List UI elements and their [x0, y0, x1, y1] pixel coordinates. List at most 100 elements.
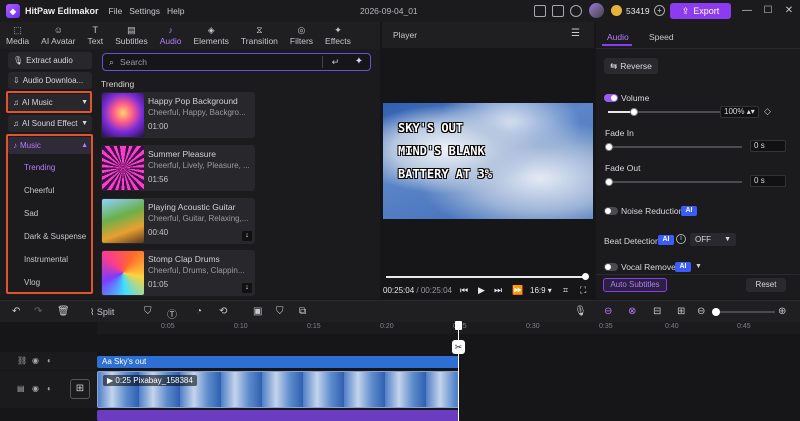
menu-icon[interactable]: ☰: [571, 28, 580, 39]
expand-icon[interactable]: ⛶: [580, 285, 586, 296]
playhead-line[interactable]: [458, 322, 459, 421]
ai-sound-effect-button[interactable]: ♫ AI Sound Effect ▼: [8, 115, 92, 132]
visibility-icon[interactable]: ◉: [32, 384, 39, 393]
layout-icon[interactable]: [534, 5, 546, 17]
download-icon[interactable]: ↓: [242, 231, 252, 241]
marker-icon[interactable]: ⛉: [276, 306, 284, 317]
volume-value[interactable]: 100% ▴▾: [720, 106, 759, 118]
download-icon[interactable]: ↓: [242, 283, 252, 293]
text-clip[interactable]: Aa Sky's out: [97, 356, 459, 368]
beat-detection-select[interactable]: OFF ▼: [690, 233, 736, 246]
music-card[interactable]: Stomp Clap Drums Cheerful, Drums, Clappi…: [101, 250, 255, 296]
tab-ai-avatar[interactable]: ☺ AI Avatar: [35, 22, 81, 49]
download-icon[interactable]: [570, 5, 582, 17]
avatar-icon: ☺: [53, 25, 63, 35]
fade-in-slider[interactable]: [608, 146, 742, 148]
track-icon[interactable]: ▤: [17, 384, 25, 393]
snapshot-icon[interactable]: ⌗: [563, 285, 568, 296]
audio-icon[interactable]: ◐: [47, 384, 52, 393]
tab-transition[interactable]: ⧖ Transition: [235, 22, 284, 49]
playback-progress[interactable]: [386, 276, 586, 278]
cover-image-icon[interactable]: ⊞: [70, 379, 90, 399]
tab-speed[interactable]: Speed: [649, 32, 674, 42]
audio-clip[interactable]: [97, 410, 459, 421]
speed-icon[interactable]: ◔: [196, 306, 202, 317]
audio-download-button[interactable]: ⇩ Audio Downloa...: [8, 72, 92, 89]
tab-filters[interactable]: ◎ Filters: [284, 22, 319, 49]
freeze-icon[interactable]: ▣: [253, 306, 262, 317]
tab-audio[interactable]: ♪ Audio: [154, 22, 188, 49]
zoom-slider[interactable]: [712, 311, 775, 313]
keyframe-icon[interactable]: ◇: [764, 106, 771, 117]
next-frame-icon[interactable]: ⏭: [494, 285, 502, 296]
shield-icon[interactable]: ⛉: [144, 306, 152, 317]
prev-frame-icon[interactable]: ⏮: [460, 285, 468, 296]
search-bar[interactable]: ⌕ Search ↵ ✦: [102, 53, 371, 71]
crop-icon[interactable]: ⧉: [299, 306, 306, 317]
fit-icon[interactable]: ⊟: [653, 306, 661, 317]
fade-out-slider[interactable]: [608, 181, 742, 183]
fade-out-value[interactable]: 0 s: [750, 175, 786, 187]
volume-toggle[interactable]: [604, 94, 618, 102]
minimize-icon[interactable]: —: [740, 4, 754, 18]
fade-in-value[interactable]: 0 s: [750, 140, 786, 152]
delete-icon[interactable]: 🗑: [57, 306, 70, 317]
playhead-handle[interactable]: [455, 321, 462, 330]
reverse-button[interactable]: ⇆ Reverse: [604, 58, 658, 74]
scissors-icon[interactable]: ✂: [452, 340, 465, 354]
fade-out-knob[interactable]: [605, 178, 613, 186]
split-button[interactable]: ⌇ Split: [90, 307, 114, 318]
noise-reduction-toggle[interactable]: [604, 207, 618, 215]
zoom-in-icon[interactable]: ⊕: [778, 306, 786, 317]
info-icon[interactable]: i: [676, 234, 686, 244]
undo-icon[interactable]: ↶: [12, 306, 20, 317]
maximize-icon[interactable]: ☐: [761, 4, 775, 18]
zoom-knob[interactable]: [712, 308, 720, 316]
tab-audio-props[interactable]: Audio: [607, 32, 629, 42]
vocal-remover-toggle[interactable]: [604, 263, 618, 271]
export-button[interactable]: ⇪ Export: [670, 3, 731, 19]
fullscreen-toggle-icon[interactable]: ⏩: [512, 285, 523, 296]
video-clip[interactable]: ▶ 0:25 Pixabay_158384: [97, 371, 459, 408]
video-preview[interactable]: SKY'S OUT MIND'S BLANK BATTERY AT 3%: [383, 103, 593, 219]
music-card[interactable]: Summer Pleasure Cheerful, Lively, Pleasu…: [101, 145, 255, 191]
tab-subtitles[interactable]: ▤ Subtitles: [109, 22, 154, 49]
playback-handle[interactable]: [582, 273, 589, 280]
tab-effects[interactable]: ✦ Effects: [319, 22, 357, 49]
fade-in-knob[interactable]: [605, 143, 613, 151]
extract-audio-button[interactable]: 🎙 Extract audio: [8, 52, 92, 69]
message-icon[interactable]: [552, 5, 564, 17]
aspect-ratio-select[interactable]: 16:9 ▾: [530, 286, 552, 295]
auto-subtitles-button[interactable]: Auto Subtitles: [603, 278, 667, 292]
add-coins-button[interactable]: +: [654, 5, 665, 16]
redo-icon[interactable]: ↷: [34, 306, 42, 317]
avatar[interactable]: [589, 3, 604, 18]
tab-media[interactable]: ⬚ Media: [0, 22, 35, 49]
snap-icon[interactable]: ⊗: [628, 306, 636, 317]
music-card[interactable]: Happy Pop Background Cheerful, Happy, Ba…: [101, 92, 255, 138]
play-icon[interactable]: ▶: [478, 285, 485, 296]
menu-help[interactable]: Help: [167, 6, 184, 16]
volume-knob[interactable]: [630, 108, 638, 116]
enter-icon[interactable]: ↵: [322, 56, 348, 68]
menu-file[interactable]: File: [109, 6, 123, 16]
search-input[interactable]: Search: [120, 57, 147, 67]
reset-button[interactable]: Reset: [746, 278, 786, 292]
link-icon[interactable]: ⊖: [604, 306, 612, 317]
tab-text[interactable]: T Text: [82, 22, 110, 49]
visibility-icon[interactable]: ◉: [32, 356, 39, 365]
menu-settings[interactable]: Settings: [129, 6, 160, 16]
zoom-fit-icon[interactable]: ⊞: [677, 306, 685, 317]
text-tool-icon[interactable]: Ⓣ: [167, 306, 177, 321]
tab-elements[interactable]: ◈ Elements: [187, 22, 234, 49]
chevron-down-icon[interactable]: ▼: [695, 263, 702, 270]
close-icon[interactable]: ✕: [782, 4, 796, 18]
link-track-icon[interactable]: ⛓: [17, 356, 27, 365]
timeline-ruler[interactable]: 0:05 0:10 0:15 0:20 0:25 0:30 0:35 0:40 …: [97, 322, 800, 334]
lock-icon[interactable]: ◐: [47, 356, 52, 365]
music-card[interactable]: Playing Acoustic Guitar Cheerful, Guitar…: [101, 198, 255, 244]
reverse-clip-icon[interactable]: ⟲: [219, 306, 227, 317]
zoom-out-icon[interactable]: ⊖: [697, 306, 705, 317]
ai-sparkle-icon[interactable]: ✦: [352, 55, 366, 69]
mic-icon[interactable]: 🎙: [574, 306, 587, 317]
